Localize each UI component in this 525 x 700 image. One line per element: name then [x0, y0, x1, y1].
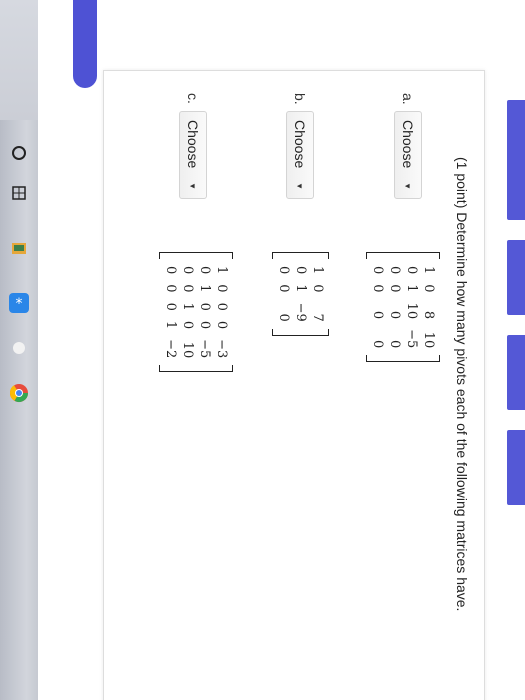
part-c-select-label: Choose	[185, 120, 201, 169]
header-tab-3[interactable]	[507, 335, 525, 410]
part-a-select-label: Choose	[400, 120, 416, 169]
dot-icon[interactable]	[6, 335, 32, 361]
matrix-cell: 0	[370, 266, 385, 275]
matrix-cell: 0	[370, 340, 385, 349]
bracket-right	[159, 365, 233, 373]
matrix-c: 1 0 0 0 −3 0 1 0 0 −5 0 0 1 0 10 0 0 0 1 −2	[159, 252, 233, 373]
matrix-cell: 0	[163, 284, 178, 293]
matrix-b: 107 0 1 −9 000	[272, 252, 329, 336]
part-b-select[interactable]: Choose ▼	[286, 111, 314, 199]
matrix-cell: 8	[421, 310, 436, 320]
desktop-edge: *	[0, 0, 38, 700]
desktop-top	[0, 0, 38, 120]
matrix-cell: 10	[404, 302, 419, 320]
bracket-left	[272, 252, 329, 259]
header-tab-2[interactable]	[507, 240, 525, 315]
matrix-cell: −3	[214, 339, 229, 359]
svg-text:*: *	[16, 296, 23, 312]
matrix-cell: 10	[421, 331, 436, 349]
matrix-cell: 7	[310, 313, 325, 322]
matrix-cell: 0	[404, 266, 419, 275]
matrix-cell: 1	[421, 266, 436, 275]
matrix-cell: 10	[180, 341, 195, 359]
matrix-cell: 0	[276, 266, 291, 275]
bracket-right	[272, 328, 329, 336]
nav-bar[interactable]	[73, 0, 97, 88]
matrix-a: 1 0 8 10 0 1 10 −5 0000 0000	[366, 252, 440, 363]
matrix-cell: 0	[163, 266, 178, 275]
part-b-select-label: Choose	[292, 120, 308, 169]
header-tab-1[interactable]	[507, 100, 525, 220]
matrix-cell: −5	[404, 329, 419, 349]
bluetooth-icon[interactable]: *	[6, 290, 32, 316]
matrix-cell: −9	[293, 302, 308, 322]
bracket-right	[366, 355, 440, 363]
part-c-select[interactable]: Choose ▼	[179, 111, 207, 199]
problem-panel: (1 point) Determine how many pivots each…	[103, 70, 485, 700]
webwork-page: (1 point) Determine how many pivots each…	[38, 0, 525, 700]
matrix-cell: 0	[370, 284, 385, 293]
header-tab-4[interactable]	[507, 430, 525, 505]
matrix-cell: 0	[310, 284, 325, 293]
matrix-cell: 0	[163, 302, 178, 311]
matrix-cell: 1	[214, 266, 229, 275]
matrix-cell: 0	[197, 266, 212, 275]
chevron-down-icon: ▼	[295, 182, 305, 190]
matrix-cell: 0	[180, 284, 195, 293]
matrix-cell: 0	[421, 284, 436, 293]
part-b-letter: b.	[292, 93, 308, 105]
chevron-down-icon: ▼	[188, 182, 198, 190]
matrix-cell: 0	[387, 266, 402, 275]
problem-title: (1 point) Determine how many pivots each…	[454, 157, 470, 612]
matrix-cell: 0	[214, 320, 229, 330]
matrix-cell: 0	[276, 313, 291, 322]
matrix-cell: 0	[214, 284, 229, 293]
matrix-cell: 0	[387, 284, 402, 293]
matrix-cell: 0	[180, 320, 195, 330]
part-c-letter: c.	[185, 93, 201, 104]
matrix-cell: −2	[163, 339, 178, 359]
chevron-down-icon: ▼	[403, 182, 413, 190]
matrix-cell: 0	[180, 266, 195, 275]
matrix-cell: 0	[293, 266, 308, 275]
matrix-cell: 1	[404, 284, 419, 293]
chrome-icon[interactable]	[6, 380, 32, 406]
part-a-select[interactable]: Choose ▼	[394, 111, 422, 199]
part-a-letter: a.	[400, 93, 416, 105]
grid-icon[interactable]	[6, 180, 32, 206]
matrix-cell: 0	[387, 340, 402, 349]
matrix-cell: 1	[310, 266, 325, 275]
matrix-cell: 0	[387, 310, 402, 320]
bracket-left	[366, 252, 440, 259]
matrix-cell: 0	[276, 284, 291, 293]
matrix-cell: 0	[197, 320, 212, 330]
circle-icon[interactable]	[6, 140, 32, 166]
matrix-cell: −5	[197, 339, 212, 359]
bracket-left	[159, 252, 233, 259]
matrix-cell: 0	[214, 302, 229, 311]
browser-viewport: (1 point) Determine how many pivots each…	[38, 0, 525, 700]
matrix-cell: 1	[293, 284, 308, 293]
matrix-cell: 1	[180, 302, 195, 311]
matrix-cell: 0	[197, 302, 212, 311]
matrix-cell: 1	[163, 320, 178, 330]
folder-icon[interactable]	[6, 235, 32, 261]
matrix-cell: 0	[370, 310, 385, 320]
matrix-cell: 1	[197, 284, 212, 293]
